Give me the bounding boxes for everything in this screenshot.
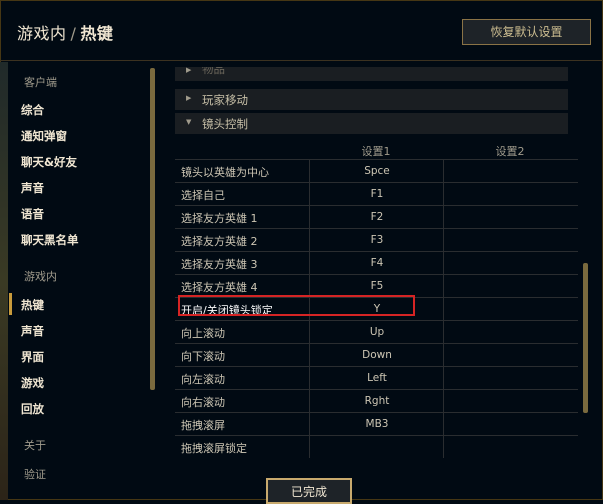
sidebar-item-replays[interactable]: 回放 [21, 401, 44, 417]
hotkey-slot2[interactable] [443, 413, 579, 435]
sidebar-item-voice[interactable]: 语音 [21, 206, 44, 222]
hotkey-slot2[interactable] [443, 275, 579, 297]
hotkey-name: 拖拽滚屏 [181, 419, 225, 432]
table-row: 向上滚动 Up [175, 320, 578, 343]
column-header-slot1: 设置1 [361, 145, 391, 158]
highlight-annotation-box [178, 295, 415, 316]
column-header-slot2: 设置2 [495, 145, 525, 158]
hotkey-name: 向右滚动 [181, 396, 225, 409]
hotkey-slot1[interactable]: MB3 [309, 413, 444, 435]
hotkey-slot2[interactable] [443, 298, 579, 320]
hotkey-slot1[interactable]: F1 [309, 183, 444, 205]
table-row: 选择友方英雄 4 F5 [175, 274, 578, 297]
hotkey-name: 向下滚动 [181, 350, 225, 363]
hotkey-slot1[interactable]: Down [309, 344, 444, 366]
hotkey-name: 选择自己 [181, 189, 225, 202]
breadcrumb: 游戏内 / 热键 [17, 20, 113, 44]
section-label: 镜头控制 [202, 117, 248, 131]
hotkey-name: 选择友方英雄 4 [181, 281, 258, 294]
hotkey-slot2[interactable] [443, 160, 579, 182]
table-row: 选择友方英雄 1 F2 [175, 205, 578, 228]
hotkey-slot1[interactable]: Spce [309, 160, 444, 182]
restore-defaults-button[interactable]: 恢复默认设置 [462, 19, 591, 45]
hotkey-slot2[interactable] [443, 206, 579, 228]
sidebar-section-client: 客户端 [24, 76, 57, 89]
sidebar-item-chat-friends[interactable]: 聊天&好友 [21, 154, 77, 170]
caret-right-icon: ▶ [186, 67, 192, 74]
caret-right-icon: ▶ [186, 94, 192, 102]
breadcrumb-separator: / [70, 24, 77, 43]
hotkey-name: 选择友方英雄 3 [181, 258, 258, 271]
sidebar-section-ingame: 游戏内 [24, 270, 57, 283]
done-button[interactable]: 已完成 [266, 478, 352, 504]
hotkey-name: 选择友方英雄 2 [181, 235, 258, 248]
hotkey-slot1[interactable] [309, 436, 444, 458]
sidebar-item-general[interactable]: 综合 [21, 102, 44, 118]
table-row: 选择自己 F1 [175, 182, 578, 205]
sidebar: 客户端 综合 通知弹窗 聊天&好友 声音 语音 聊天黑名单 游戏内 热键 声音 … [0, 62, 160, 500]
table-row: 选择友方英雄 2 F3 [175, 228, 578, 251]
section-label: 物品 [202, 67, 225, 76]
breadcrumb-parent: 游戏内 [17, 24, 67, 43]
hotkey-name: 拖拽滚屏锁定 [181, 442, 247, 455]
sidebar-item-hotkeys[interactable]: 热键 [21, 297, 44, 313]
sidebar-active-indicator [9, 293, 12, 315]
table-row: 向下滚动 Down [175, 343, 578, 366]
sidebar-item-verification[interactable]: 验证 [24, 466, 46, 482]
hotkey-slot2[interactable] [443, 252, 579, 274]
section-player-movement[interactable]: ▶ 玩家移动 [175, 89, 568, 110]
caret-down-icon: ▼ [186, 118, 192, 126]
sidebar-item-chat-blocklist[interactable]: 聊天黑名单 [21, 232, 79, 248]
section-label: 玩家移动 [202, 93, 248, 107]
table-row: 向右滚动 Rght [175, 389, 578, 412]
header-divider [0, 60, 603, 61]
hotkey-slot2[interactable] [443, 321, 579, 343]
table-row: 选择友方英雄 3 F4 [175, 251, 578, 274]
hotkey-slot2[interactable] [443, 390, 579, 412]
hotkey-slot2[interactable] [443, 436, 579, 458]
sidebar-scrollbar[interactable] [150, 68, 155, 390]
hotkey-slot2[interactable] [443, 229, 579, 251]
hotkey-name: 镜头以英雄为中心 [181, 166, 269, 179]
hotkey-slot1[interactable]: F2 [309, 206, 444, 228]
table-row: 拖拽滚屏锁定 [175, 435, 578, 458]
hotkey-slot1[interactable]: F5 [309, 275, 444, 297]
hotkey-slot1[interactable]: F3 [309, 229, 444, 251]
sidebar-item-ingame-sound[interactable]: 声音 [21, 323, 44, 339]
sidebar-item-notifications[interactable]: 通知弹窗 [21, 128, 67, 144]
hotkey-slot2[interactable] [443, 344, 579, 366]
section-camera-control[interactable]: ▼ 镜头控制 [175, 113, 568, 134]
hotkey-slot2[interactable] [443, 183, 579, 205]
hotkey-slot2[interactable] [443, 367, 579, 389]
hotkey-slot1[interactable]: Up [309, 321, 444, 343]
table-row: 镜头以英雄为中心 Spce [175, 159, 578, 182]
table-row: 拖拽滚屏 MB3 [175, 412, 578, 435]
page-title: 热键 [80, 24, 114, 43]
hotkey-name: 向左滚动 [181, 373, 225, 386]
table-row: 向左滚动 Left [175, 366, 578, 389]
section-items[interactable]: ▶ 物品 [175, 67, 568, 81]
sidebar-item-client-sound[interactable]: 声音 [21, 180, 44, 196]
header: 游戏内 / 热键 恢复默认设置 [0, 0, 603, 62]
hotkey-name: 向上滚动 [181, 327, 225, 340]
sidebar-item-interface[interactable]: 界面 [21, 349, 44, 365]
hotkey-name: 选择友方英雄 1 [181, 212, 258, 225]
main-scrollbar[interactable] [583, 263, 588, 413]
sidebar-item-game[interactable]: 游戏 [21, 375, 44, 391]
hotkey-slot1[interactable]: F4 [309, 252, 444, 274]
hotkey-slot1[interactable]: Left [309, 367, 444, 389]
hotkey-slot1[interactable]: Rght [309, 390, 444, 412]
sidebar-section-about: 关于 [24, 439, 46, 452]
